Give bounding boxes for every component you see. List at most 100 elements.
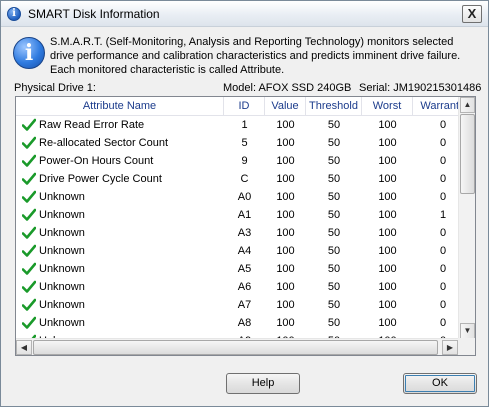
help-button[interactable]: Help	[226, 373, 300, 394]
check-icon	[22, 298, 36, 311]
table-cell: 50	[327, 155, 341, 167]
info-icon: i	[13, 37, 45, 69]
close-button[interactable]: X	[462, 5, 482, 23]
drive-serial: Serial: JM190215301486	[359, 82, 482, 94]
table-cell: 100	[378, 137, 397, 149]
horizontal-scroll-thumb[interactable]	[33, 340, 438, 355]
table-cell: 100	[276, 191, 295, 203]
table-cell: A1	[237, 209, 252, 221]
title-bar[interactable]: i SMART Disk Information X	[1, 1, 488, 27]
attribute-name: Unknown	[39, 299, 85, 311]
table-cell: 50	[327, 263, 341, 275]
table-cell: 100	[276, 299, 295, 311]
table-cell: 50	[327, 137, 341, 149]
vertical-scrollbar[interactable]: ▲ ▼	[458, 97, 475, 340]
table-cell: 100	[378, 155, 397, 167]
column-header[interactable]: Threshold	[306, 97, 362, 115]
attribute-name-cell: Unknown	[16, 296, 224, 314]
table-cell: 100	[378, 317, 397, 329]
table-cell: 50	[327, 173, 341, 185]
table-cell: 100	[276, 281, 295, 293]
table-cell: 100	[276, 317, 295, 329]
check-icon	[22, 280, 36, 293]
column-header[interactable]: Warranty	[413, 97, 459, 115]
table-cell: 100	[276, 173, 295, 185]
table-row[interactable]: Re-allocated Sector Count 5 100 50 100 0	[16, 134, 459, 152]
table-row[interactable]: Unknown A1 100 50 100 1	[16, 206, 459, 224]
column-header[interactable]: Worst	[362, 97, 413, 115]
table-row[interactable]: Unknown A7 100 50 100 0	[16, 296, 459, 314]
table-cell: A7	[237, 299, 252, 311]
table-cell: 100	[378, 173, 397, 185]
attribute-name-cell: Power-On Hours Count	[16, 152, 224, 170]
table-row[interactable]: Unknown A3 100 50 100 0	[16, 224, 459, 242]
scroll-right-icon[interactable]: ▶	[442, 340, 458, 355]
table-cell: 50	[327, 317, 341, 329]
scroll-thumb[interactable]	[460, 114, 475, 194]
description-text: S.M.A.R.T. (Self-Monitoring, Analysis an…	[50, 36, 461, 76]
table-row[interactable]: Unknown A0 100 50 100 0	[16, 188, 459, 206]
table-cell: 100	[276, 263, 295, 275]
table-cell: 50	[327, 209, 341, 221]
info-icon: i	[7, 7, 21, 21]
table-cell: 50	[327, 227, 341, 239]
horizontal-scrollbar[interactable]: ◀ ▶	[16, 338, 459, 355]
table-cell: 100	[378, 227, 397, 239]
table-row[interactable]: Unknown A4 100 50 100 0	[16, 242, 459, 260]
table-cell: A4	[237, 245, 252, 257]
table-cell: 100	[378, 119, 397, 131]
attribute-name: Re-allocated Sector Count	[39, 137, 169, 149]
scroll-left-icon[interactable]: ◀	[16, 340, 32, 355]
attribute-name: Unknown	[39, 317, 85, 329]
table-row[interactable]: Unknown A5 100 50 100 0	[16, 260, 459, 278]
table-cell: A0	[237, 191, 252, 203]
attribute-name: Unknown	[39, 245, 85, 257]
table-row[interactable]: Unknown A6 100 50 100 0	[16, 278, 459, 296]
attributes-table[interactable]: Attribute Name ID Value Threshold Worst Warra…	[15, 96, 476, 356]
table-row[interactable]: Unknown A8 100 50 100 0	[16, 314, 459, 332]
table-cell: 100	[378, 263, 397, 275]
attribute-name-cell: Raw Read Error Rate	[16, 116, 224, 134]
attribute-name: Power-On Hours Count	[39, 155, 154, 167]
table-cell: 100	[276, 227, 295, 239]
table-cell: 50	[327, 119, 341, 131]
table-cell: 100	[378, 191, 397, 203]
attribute-name-cell: Unknown	[16, 242, 224, 260]
table-row[interactable]: Raw Read Error Rate 1 100 50 100 0	[16, 116, 459, 134]
check-icon	[22, 208, 36, 221]
table-cell: 100	[276, 119, 295, 131]
scroll-up-icon[interactable]: ▲	[460, 97, 475, 113]
attribute-name: Unknown	[39, 263, 85, 275]
attribute-name-cell: Unknown	[16, 278, 224, 296]
table-cell: C	[240, 173, 249, 185]
check-icon	[22, 136, 36, 149]
table-header: Attribute Name ID Value Threshold Worst Warra…	[16, 97, 459, 116]
scroll-corner	[458, 338, 475, 355]
attribute-name-cell: Unknown	[16, 314, 224, 332]
column-header[interactable]: Attribute Name	[16, 97, 224, 115]
attribute-name: Unknown	[39, 227, 85, 239]
table-cell: 50	[327, 299, 341, 311]
check-icon	[22, 118, 36, 131]
table-cell: 5	[241, 137, 248, 149]
ok-button[interactable]: OK	[403, 373, 477, 394]
table-cell: 100	[378, 299, 397, 311]
drive-label: Physical Drive 1:	[14, 82, 96, 94]
attribute-name-cell: Re-allocated Sector Count	[16, 134, 224, 152]
table-cell: 100	[276, 155, 295, 167]
table-cell: A5	[237, 263, 252, 275]
table-cell: 100	[378, 245, 397, 257]
table-cell: A3	[237, 227, 252, 239]
column-header[interactable]: Value	[265, 97, 306, 115]
table-row[interactable]: Power-On Hours Count 9 100 50 100 0	[16, 152, 459, 170]
column-header[interactable]: ID	[224, 97, 265, 115]
table-cell: 50	[327, 245, 341, 257]
attribute-name: Unknown	[39, 209, 85, 221]
check-icon	[22, 226, 36, 239]
table-row[interactable]: Drive Power Cycle Count C 100 50 100 0	[16, 170, 459, 188]
attribute-name: Unknown	[39, 191, 85, 203]
scroll-down-icon[interactable]: ▼	[460, 323, 475, 339]
table-cell: A6	[237, 281, 252, 293]
attribute-name-cell: Drive Power Cycle Count	[16, 170, 224, 188]
table-cell: 100	[276, 209, 295, 221]
